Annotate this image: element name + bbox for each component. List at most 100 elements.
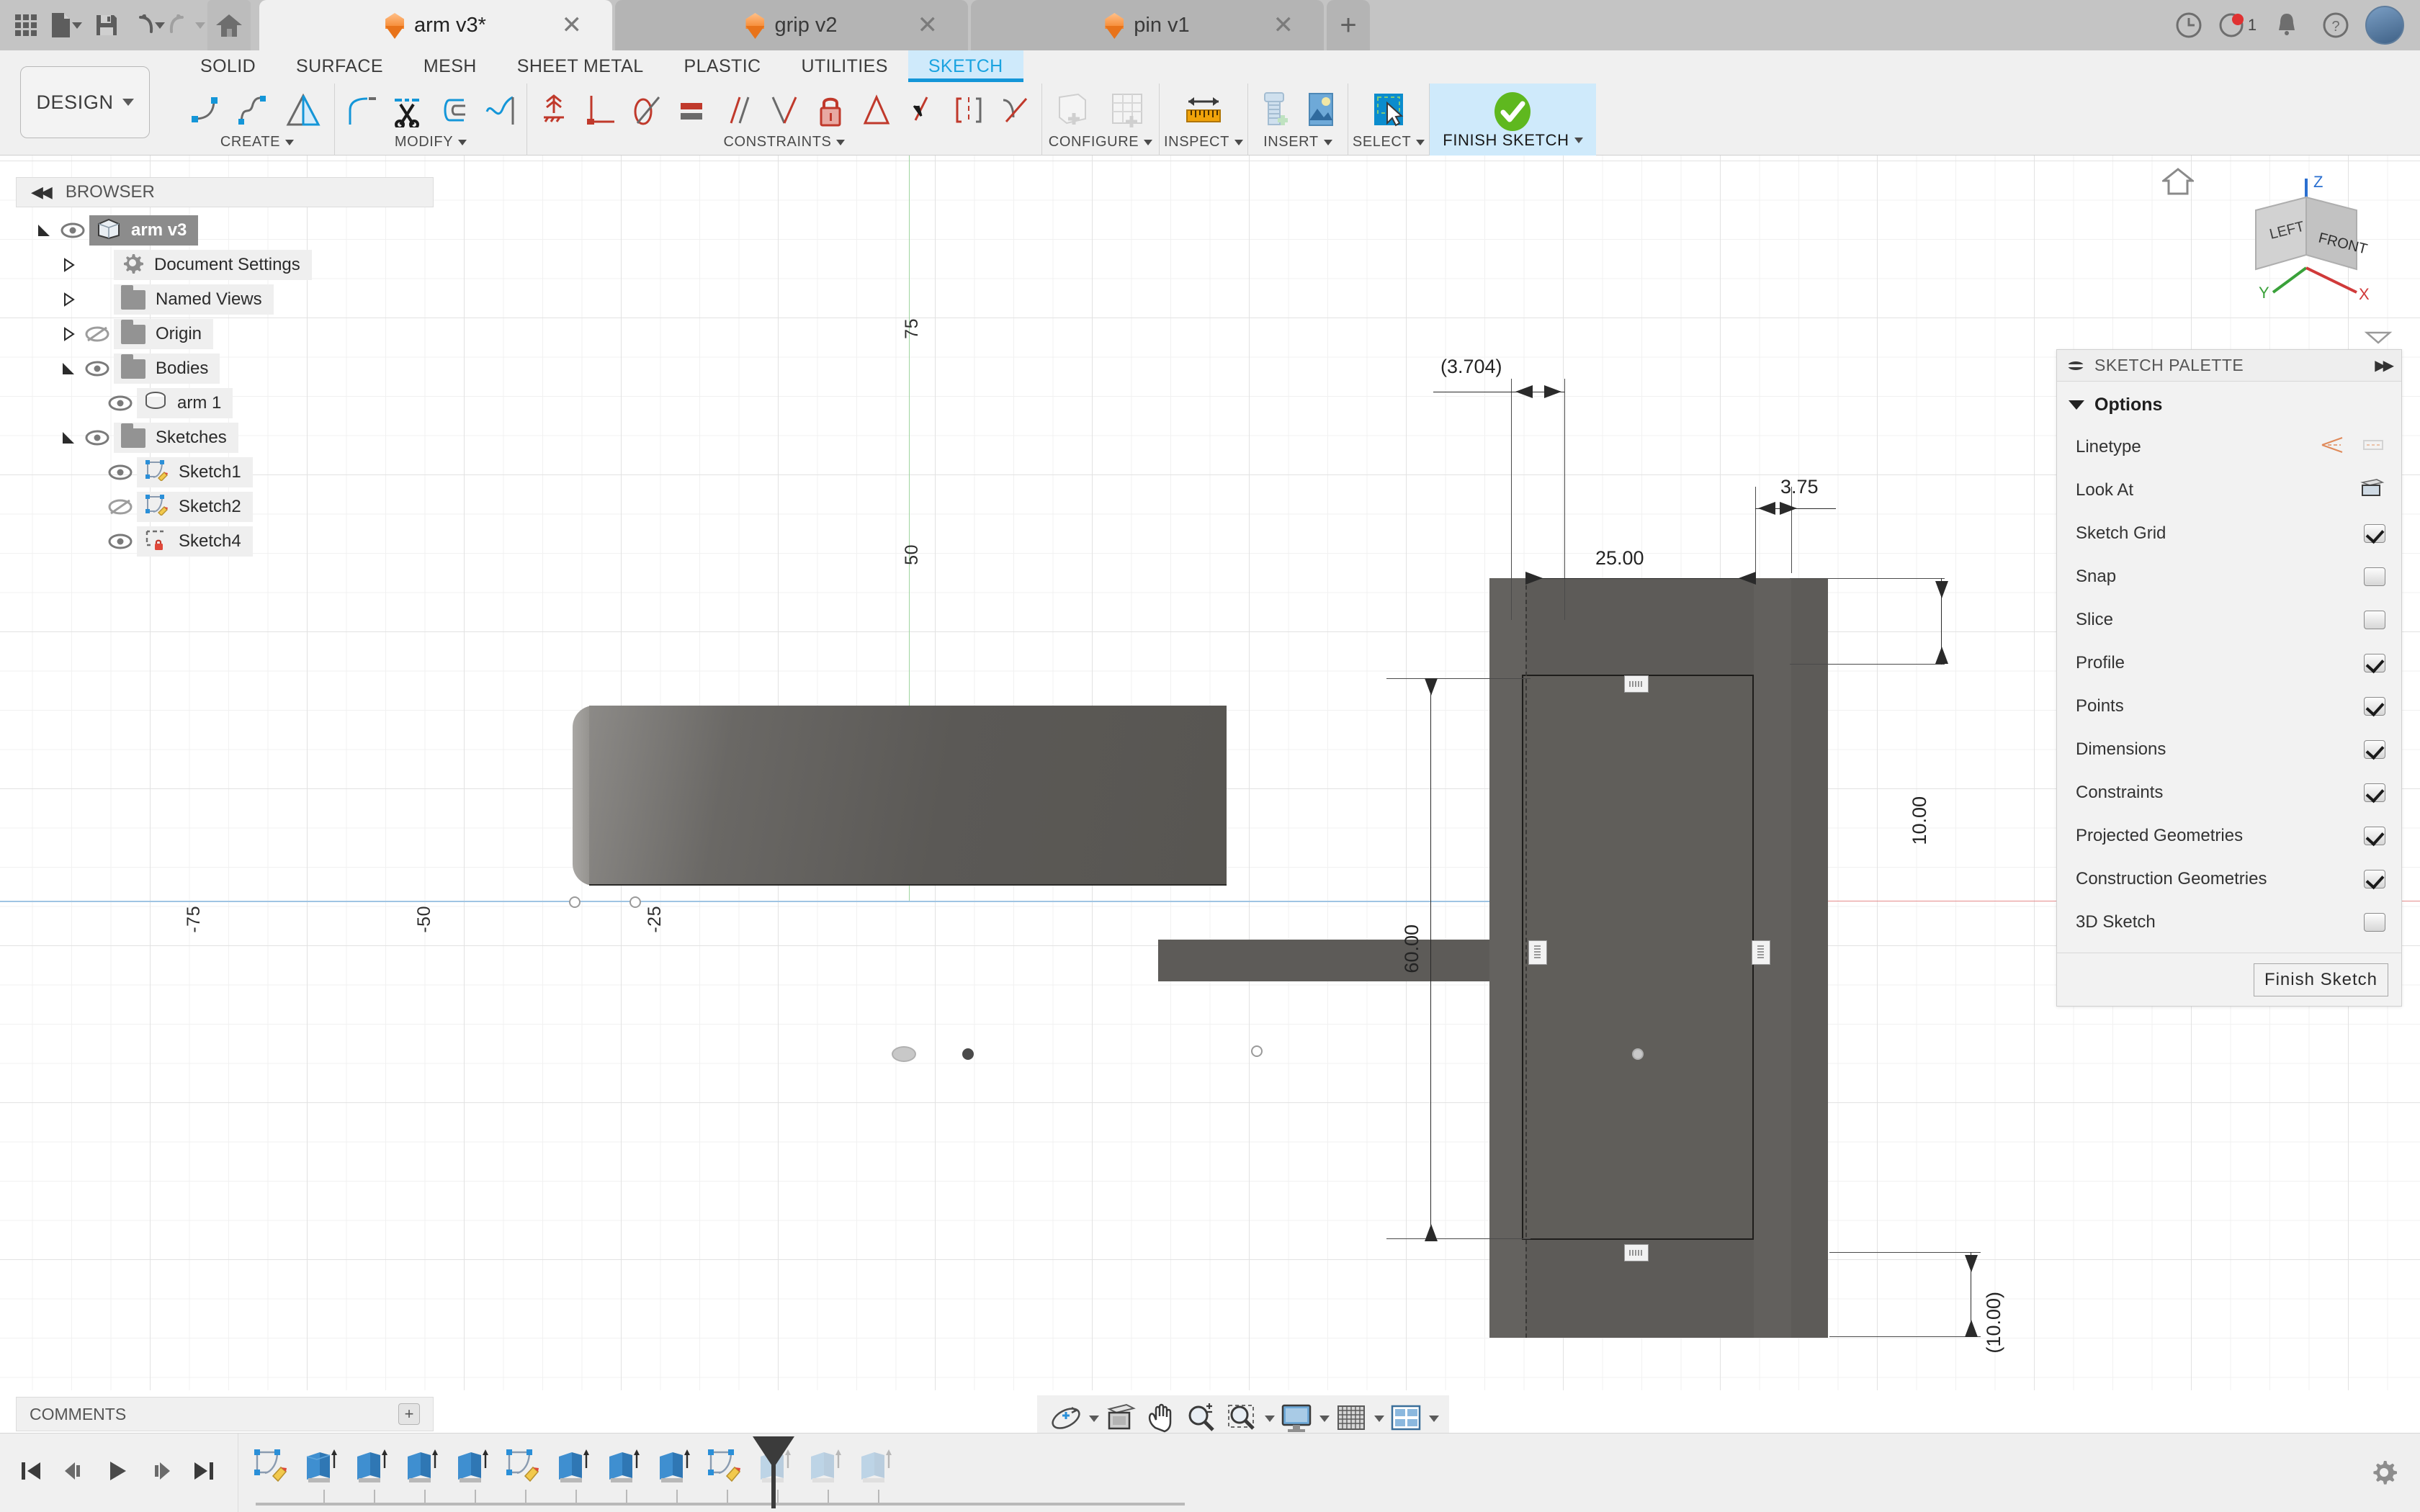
- clock-icon[interactable]: [2166, 3, 2211, 48]
- palette-row-constraints[interactable]: Constraints: [2057, 771, 2401, 814]
- visibility-eye-icon[interactable]: [81, 430, 114, 446]
- sketch-point[interactable]: [569, 896, 581, 908]
- dimension-3704[interactable]: (3.704): [1440, 356, 1502, 378]
- concentric-constraint-icon[interactable]: [854, 86, 899, 134]
- finish-sketch-palette-button[interactable]: Finish Sketch: [2253, 963, 2388, 996]
- redo-icon[interactable]: [167, 3, 207, 48]
- sketch-center-point[interactable]: [1632, 1048, 1644, 1060]
- browser-item-bodies[interactable]: Bodies: [16, 351, 434, 386]
- chevron-down-icon[interactable]: [1429, 1415, 1439, 1422]
- view-cube-menu-icon[interactable]: [2362, 328, 2394, 346]
- line-icon[interactable]: [184, 86, 229, 134]
- document-tab-grip[interactable]: grip v2 ✕: [615, 0, 968, 50]
- visibility-eye-icon[interactable]: [104, 534, 137, 549]
- new-tab-button[interactable]: +: [1327, 0, 1370, 50]
- home-icon[interactable]: [207, 0, 251, 50]
- ribbon-tab-mesh[interactable]: MESH: [403, 50, 497, 82]
- visibility-eye-icon[interactable]: [56, 222, 89, 238]
- coincident-constraint-icon[interactable]: [532, 86, 576, 134]
- palette-row-dimensions[interactable]: Dimensions: [2057, 728, 2401, 771]
- notification-badge-icon[interactable]: 1: [2215, 3, 2260, 48]
- palette-row-3d-sketch[interactable]: 3D Sketch: [2057, 901, 2401, 944]
- timeline-extrude-feature[interactable]: [853, 1444, 898, 1488]
- equal-constraint-icon[interactable]: [670, 86, 714, 134]
- timeline-settings-gear-icon[interactable]: [2370, 1458, 2398, 1490]
- ribbon-tab-surface[interactable]: SURFACE: [276, 50, 403, 82]
- vertical-constraint-glyph[interactable]: [1752, 940, 1770, 965]
- dimension-375[interactable]: 3.75: [1780, 476, 1819, 498]
- save-icon[interactable]: [86, 3, 127, 48]
- arm-plate-body[interactable]: [589, 706, 1227, 886]
- avatar[interactable]: [2362, 3, 2407, 48]
- visibility-eye-off-icon[interactable]: [81, 325, 114, 343]
- dimension-driven-1000[interactable]: (10.00): [1983, 1292, 2005, 1354]
- timeline-extrude-feature[interactable]: [551, 1444, 596, 1488]
- browser-item-document-settings[interactable]: Document Settings: [16, 248, 434, 282]
- ribbon-panel-label[interactable]: CONFIGURE: [1049, 134, 1153, 150]
- browser-item-sketch2[interactable]: Sketch2: [16, 490, 434, 524]
- ribbon-tab-sketch[interactable]: SKETCH: [908, 50, 1023, 82]
- visibility-eye-icon[interactable]: [104, 395, 137, 411]
- browser-item-arm-1[interactable]: arm 1: [16, 386, 434, 420]
- insert-mcmaster-bolt-icon[interactable]: [1252, 86, 1297, 134]
- ribbon-panel-label[interactable]: INSPECT: [1164, 134, 1243, 150]
- construction-linetype-icon[interactable]: [2361, 436, 2385, 459]
- ribbon-panel-label[interactable]: INSERT: [1263, 134, 1332, 150]
- browser-header[interactable]: ◀◀ BROWSER: [16, 177, 434, 207]
- insert-canvas-image-icon[interactable]: [1299, 86, 1343, 134]
- workspace-switcher-button[interactable]: DESIGN: [20, 66, 150, 138]
- look-at-icon[interactable]: [2358, 478, 2385, 503]
- slice-checkbox[interactable]: [2364, 611, 2385, 629]
- palette-row-sketch-grid[interactable]: Sketch Grid: [2057, 512, 2401, 555]
- twisty-open-icon[interactable]: [56, 430, 81, 446]
- ribbon-tab-utilities[interactable]: UTILITIES: [781, 50, 908, 82]
- skip-start-icon[interactable]: [19, 1459, 43, 1487]
- curvature-icon[interactable]: [478, 86, 522, 134]
- dimension-6000[interactable]: 60.00: [1401, 924, 1423, 973]
- centerline-icon[interactable]: [2321, 436, 2345, 459]
- chevron-down-icon[interactable]: [1089, 1415, 1099, 1422]
- timeline-extrude-feature[interactable]: [601, 1444, 646, 1488]
- timeline-extrude-feature[interactable]: [299, 1444, 344, 1488]
- spline-icon[interactable]: [230, 86, 275, 134]
- offset-icon[interactable]: [431, 86, 476, 134]
- symmetry-constraint-icon[interactable]: [946, 86, 991, 134]
- timeline-extrude-feature[interactable]: [803, 1444, 848, 1488]
- browser-item-sketch1[interactable]: Sketch1: [16, 455, 434, 490]
- step-forward-icon[interactable]: [148, 1459, 173, 1487]
- configure-table-icon[interactable]: [1101, 86, 1155, 134]
- construction-geometries-checkbox[interactable]: [2364, 870, 2385, 888]
- browser-item-sketches[interactable]: Sketches: [16, 420, 434, 455]
- origin-point[interactable]: [892, 1046, 916, 1062]
- close-icon[interactable]: ✕: [918, 11, 938, 40]
- visibility-eye-icon[interactable]: [81, 361, 114, 377]
- twisty-closed-icon[interactable]: [56, 257, 81, 273]
- curvature-constraint-icon[interactable]: [992, 86, 1037, 134]
- ribbon-panel-label[interactable]: CREATE: [220, 134, 295, 150]
- new-file-icon[interactable]: [46, 3, 86, 48]
- document-tab-arm[interactable]: arm v3* ✕: [259, 0, 612, 50]
- horizontal-constraint-glyph[interactable]: [1624, 675, 1649, 693]
- palette-row-construction-geometries[interactable]: Construction Geometries: [2057, 858, 2401, 901]
- palette-handle-icon[interactable]: [2067, 356, 2084, 375]
- snap-checkbox[interactable]: [2364, 567, 2385, 586]
- ribbon-panel-label[interactable]: CONSTRAINTS: [724, 134, 846, 150]
- twisty-closed-icon[interactable]: [56, 292, 81, 307]
- polygon-icon[interactable]: [277, 86, 330, 134]
- horizontal-vertical-constraint-icon[interactable]: [762, 86, 807, 134]
- play-icon[interactable]: [105, 1459, 130, 1487]
- palette-row-projected-geometries[interactable]: Projected Geometries: [2057, 814, 2401, 858]
- browser-item-sketch4[interactable]: Sketch4: [16, 524, 434, 559]
- timeline-sketch-feature[interactable]: [248, 1444, 293, 1488]
- step-back-icon[interactable]: [62, 1459, 86, 1487]
- collapse-browser-icon[interactable]: ◀◀: [31, 183, 53, 202]
- timeline-extrude-feature[interactable]: [349, 1444, 394, 1488]
- trim-scissors-icon[interactable]: [385, 86, 430, 134]
- ribbon-tab-plastic[interactable]: PLASTIC: [664, 50, 781, 82]
- apps-grid-icon[interactable]: [6, 3, 46, 48]
- timeline-sketch-feature[interactable]: [501, 1444, 545, 1488]
- finish-sketch-button[interactable]: FINISH SKETCH: [1429, 84, 1596, 156]
- view-cube-graphic[interactable]: Z Y X LEFT FRONT: [2204, 170, 2398, 328]
- skip-end-icon[interactable]: [192, 1459, 216, 1487]
- tangent-constraint-icon[interactable]: [624, 86, 668, 134]
